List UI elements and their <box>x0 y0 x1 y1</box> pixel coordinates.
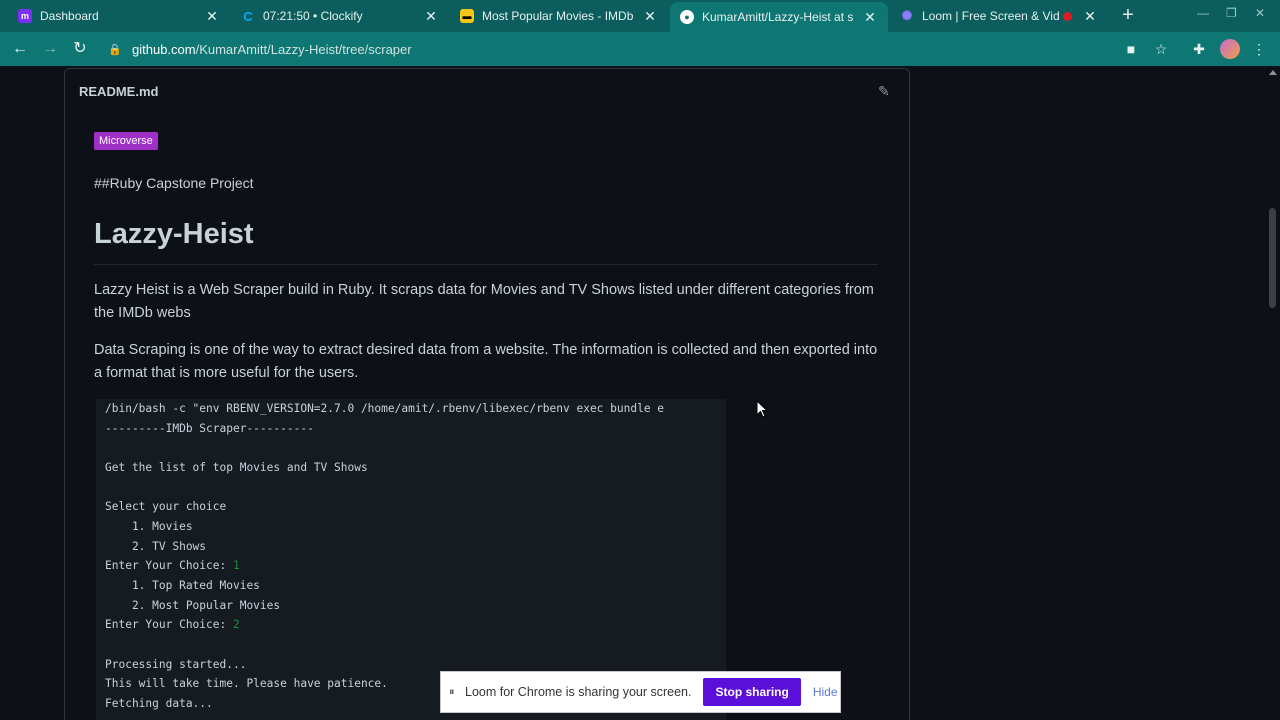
code-input-value: 2 <box>232 618 240 631</box>
code-line: This will take time. Please have patienc… <box>105 677 388 690</box>
github-icon: ● <box>680 10 694 24</box>
sharing-message: Loom for Chrome is sharing your screen. <box>465 685 692 699</box>
tab-imdb[interactable]: ▬ Most Popular Movies - IMDb ✕ <box>450 0 668 32</box>
close-icon[interactable]: ✕ <box>1082 8 1098 25</box>
profile-avatar[interactable] <box>1220 39 1240 59</box>
loom-sharing-bar: ⏸ Loom for Chrome is sharing your screen… <box>440 671 841 713</box>
code-line: Get the list of top Movies and TV Shows <box>105 461 368 474</box>
readme-paragraph-2: Data Scraping is one of the way to extra… <box>94 342 878 381</box>
hide-button[interactable]: Hide <box>813 685 838 699</box>
microverse-icon: m <box>18 9 32 23</box>
back-icon[interactable]: ← <box>9 38 31 60</box>
forward-icon[interactable]: → <box>39 38 61 60</box>
recording-icon <box>1063 11 1072 21</box>
imdb-icon: ▬ <box>460 9 474 23</box>
page-content: README.md ✎ Microverse ##Ruby Capstone P… <box>0 66 1266 720</box>
readme-subtitle: ##Ruby Capstone Project <box>94 175 254 191</box>
tab-loom[interactable]: ✺ Loom | Free Screen & Vid ✕ <box>890 0 1108 32</box>
camera-icon[interactable]: ■ <box>1122 40 1140 58</box>
mouse-cursor-icon <box>756 400 768 418</box>
tab-title: KumarAmitt/Lazzy-Heist at s <box>702 10 854 24</box>
lock-icon: 🔒 <box>108 43 122 56</box>
code-line: Processing started... <box>105 658 247 671</box>
close-icon[interactable]: ✕ <box>204 8 220 25</box>
tab-github[interactable]: ● KumarAmitt/Lazzy-Heist at s ✕ <box>670 2 888 32</box>
pencil-icon[interactable]: ✎ <box>878 83 894 99</box>
stop-sharing-button[interactable]: Stop sharing <box>703 678 801 706</box>
close-icon[interactable]: ✕ <box>423 8 439 25</box>
readme-filename: README.md <box>79 84 159 99</box>
code-line: 2. TV Shows <box>105 540 207 553</box>
heading-divider <box>94 264 878 265</box>
maximize-icon[interactable]: ❐ <box>1226 6 1237 20</box>
code-line: 1. Top Rated Movies <box>105 579 260 592</box>
code-line: /bin/bash -c "env RBENV_VERSION=2.7.0 /h… <box>105 402 665 415</box>
new-tab-button[interactable]: + <box>1118 4 1138 28</box>
code-line: Fetching data... <box>105 697 213 710</box>
tab-strip: m Dashboard ✕ C 07:21:50 • Clockify ✕ ▬ … <box>0 0 1280 32</box>
code-line: Enter Your Choice: 2 <box>105 618 240 631</box>
code-line: ---------IMDb Scraper---------- <box>105 422 314 435</box>
close-icon[interactable]: ✕ <box>862 9 878 26</box>
tab-title: 07:21:50 • Clockify <box>263 9 363 23</box>
tab-clockify[interactable]: C 07:21:50 • Clockify ✕ <box>231 0 449 32</box>
code-prompt: Enter Your Choice: <box>105 559 233 572</box>
window-close-icon[interactable]: ✕ <box>1255 6 1265 20</box>
scroll-up-icon[interactable] <box>1269 70 1277 75</box>
code-prompt: Enter Your Choice: <box>105 618 233 631</box>
tab-title: Dashboard <box>40 9 99 23</box>
tab-dashboard[interactable]: m Dashboard ✕ <box>8 0 230 32</box>
loom-icon: ✺ <box>901 8 913 23</box>
url-path: /KumarAmitt/Lazzy-Heist/tree/scraper <box>195 41 412 57</box>
address-bar[interactable]: 🔒 github.com/KumarAmitt/Lazzy-Heist/tree… <box>108 36 1158 62</box>
code-input-value: 1 <box>232 559 240 572</box>
reload-icon[interactable]: ↻ <box>69 38 91 60</box>
tab-title: Loom | Free Screen & Vid <box>922 9 1060 23</box>
scrollbar-thumb[interactable] <box>1269 208 1276 308</box>
clockify-icon: C <box>243 8 253 24</box>
extensions-icon[interactable]: ✚ <box>1190 40 1208 58</box>
browser-toolbar: ← → ↻ 🔒 github.com/KumarAmitt/Lazzy-Heis… <box>0 32 1280 66</box>
minimize-icon[interactable]: — <box>1197 6 1209 20</box>
page-scrollbar[interactable] <box>1266 66 1280 720</box>
url-host: github.com <box>132 41 196 57</box>
bookmark-star-icon[interactable]: ☆ <box>1152 40 1170 58</box>
code-line: Select your choice <box>105 500 227 513</box>
pause-icon: ⏸ <box>449 685 455 698</box>
readme-paragraph-1: Lazzy Heist is a Web Scraper build in Ru… <box>94 282 874 321</box>
code-line: 1. Movies <box>105 520 193 533</box>
code-line: 2. Most Popular Movies <box>105 599 281 612</box>
code-line: Enter Your Choice: 1 <box>105 559 240 572</box>
close-icon[interactable]: ✕ <box>642 8 658 25</box>
readme-heading: Lazzy-Heist <box>94 218 254 250</box>
menu-icon[interactable]: ⋮ <box>1250 40 1268 58</box>
tab-title: Most Popular Movies - IMDb <box>482 9 634 23</box>
microverse-badge: Microverse <box>94 132 158 150</box>
